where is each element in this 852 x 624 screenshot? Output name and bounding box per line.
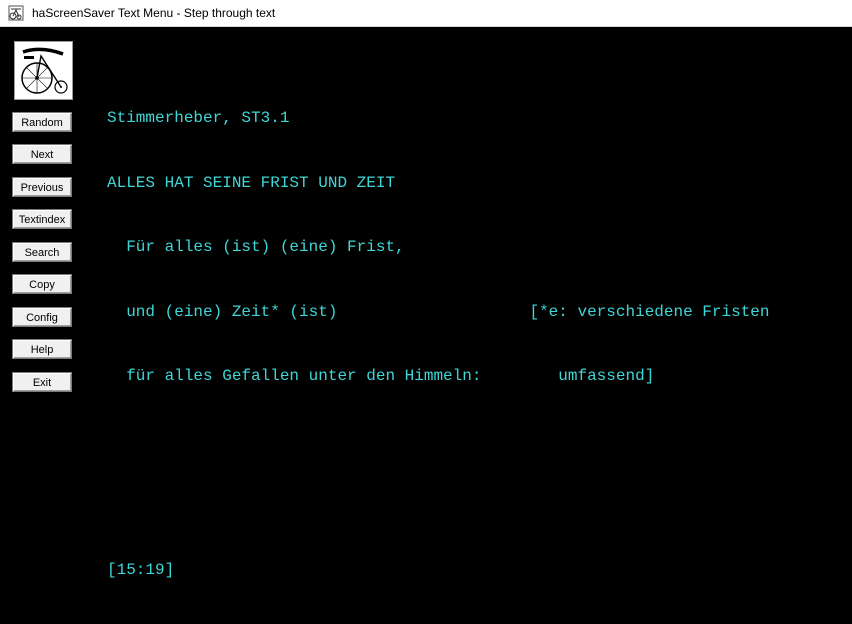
textindex-button[interactable]: Textindex [12, 209, 72, 229]
help-button[interactable]: Help [12, 339, 72, 359]
exit-button[interactable]: Exit [12, 372, 72, 392]
previous-button[interactable]: Previous [12, 177, 72, 197]
text-display: Stimmerheber, ST3.1 ALLES HAT SEINE FRIS… [107, 65, 770, 624]
title-bar: haScreenSaver Text Menu - Step through t… [0, 0, 852, 27]
penny-farthing-logo [14, 41, 73, 100]
text-line: ALLES HAT SEINE FRIST UND ZEIT [107, 173, 396, 192]
random-button[interactable]: Random [12, 112, 72, 132]
next-button[interactable]: Next [12, 144, 72, 164]
copy-button[interactable]: Copy [12, 274, 72, 294]
verse-reference: [15:19] [107, 560, 175, 579]
config-button[interactable]: Config [12, 307, 72, 327]
text-line: und (eine) Zeit* (ist) [*e: verschiedene… [107, 302, 770, 321]
text-line: Für alles (ist) (eine) Frist, [107, 238, 405, 256]
app-icon[interactable] [8, 5, 24, 21]
window-title: haScreenSaver Text Menu - Step through t… [32, 6, 276, 20]
text-line: für alles Gefallen unter den Himmeln: um… [107, 367, 655, 385]
main-content: Random Next Previous Textindex Search Co… [0, 27, 852, 579]
text-line: Stimmerheber, ST3.1 [107, 109, 290, 127]
search-button[interactable]: Search [12, 242, 72, 262]
